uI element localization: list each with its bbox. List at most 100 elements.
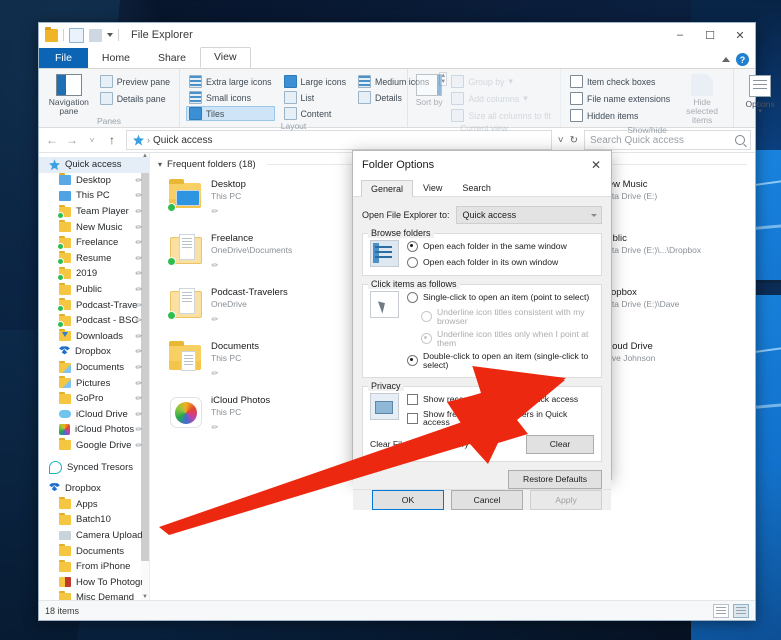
- radio-single-click[interactable]: Single-click to open an item (point to s…: [407, 292, 594, 303]
- sidebar-item-new-music[interactable]: New Music✐: [39, 219, 149, 235]
- sidebar-item-dropbox[interactable]: Dropbox✐: [39, 344, 149, 360]
- minimize-button[interactable]: –: [665, 23, 695, 47]
- add-columns-button[interactable]: Add columns▾: [448, 91, 554, 106]
- tab-share[interactable]: Share: [144, 49, 200, 68]
- customize-caret-icon[interactable]: [107, 33, 113, 37]
- sidebar-item-google-drive[interactable]: Google Drive✐: [39, 438, 149, 454]
- layout-large-icons[interactable]: Large icons: [281, 74, 349, 89]
- radio-own-window[interactable]: Open each folder in its own window: [407, 257, 594, 268]
- options-button[interactable]: Options ▾: [740, 72, 780, 114]
- sidebar-item-pictures[interactable]: Pictures✐: [39, 375, 149, 391]
- sidebar-item-podcast-trave[interactable]: Podcast-Trave✐: [39, 297, 149, 313]
- tab-file[interactable]: File: [39, 48, 88, 68]
- pin-icon[interactable]: ✐: [133, 393, 144, 404]
- tab-home[interactable]: Home: [88, 49, 144, 68]
- sidebar-item-freelance[interactable]: Freelance✐: [39, 235, 149, 251]
- sidebar-item-documents[interactable]: Documents: [39, 543, 149, 559]
- maximize-button[interactable]: ☐: [695, 23, 725, 47]
- sidebar-item-this-pc[interactable]: This PC✐: [39, 188, 149, 204]
- layout-list[interactable]: List: [281, 90, 349, 105]
- tile-item[interactable]: DocumentsThis PC✐: [168, 340, 359, 392]
- sidebar-item-apps[interactable]: Apps: [39, 496, 149, 512]
- pin-icon[interactable]: ✐: [133, 440, 144, 451]
- pin-icon[interactable]: ✐: [209, 260, 220, 271]
- sidebar-item-icloud-drive[interactable]: iCloud Drive✐: [39, 407, 149, 423]
- pin-icon[interactable]: ✐: [133, 268, 144, 279]
- radio-icon[interactable]: [407, 355, 418, 366]
- forward-button[interactable]: →: [63, 131, 81, 149]
- pin-icon[interactable]: ✐: [209, 422, 220, 433]
- sidebar-item-team-player[interactable]: Team Player✐: [39, 204, 149, 220]
- radio-icon[interactable]: [407, 292, 418, 303]
- up-button[interactable]: ↑: [103, 131, 121, 149]
- radio-icon[interactable]: [407, 257, 418, 268]
- radio-icon[interactable]: [407, 241, 418, 252]
- sidebar-item-public[interactable]: Public✐: [39, 282, 149, 298]
- new-folder-icon[interactable]: [89, 29, 102, 42]
- cancel-button[interactable]: Cancel: [451, 490, 523, 510]
- restore-defaults-button[interactable]: Restore Defaults: [508, 470, 602, 489]
- sidebar-item-documents[interactable]: Documents✐: [39, 360, 149, 376]
- tile-item[interactable]: iCloud PhotosThis PC✐: [168, 394, 359, 446]
- dialog-close-button[interactable]: ✕: [581, 151, 611, 179]
- pin-icon[interactable]: ✐: [133, 222, 144, 233]
- checkbox-frequent-folders[interactable]: Show frequently used folders in Quick ac…: [407, 410, 594, 427]
- details-pane-toggle[interactable]: Details pane: [97, 91, 173, 106]
- radio-double-click[interactable]: Double-click to open an item (single-cli…: [407, 352, 594, 369]
- clear-button[interactable]: Clear: [526, 435, 594, 454]
- pin-icon[interactable]: ✐: [209, 368, 220, 379]
- file-name-extensions-toggle[interactable]: File name extensions: [567, 91, 673, 106]
- open-to-select[interactable]: Quick access: [456, 206, 602, 224]
- sidebar-item-batch10[interactable]: Batch10: [39, 512, 149, 528]
- checkbox-recent-files[interactable]: Show recently used files in Quick access: [407, 394, 594, 405]
- sidebar-item-dropbox[interactable]: Dropbox: [39, 481, 149, 497]
- pin-icon[interactable]: ✐: [133, 424, 144, 435]
- sidebar-item-icloud-photos[interactable]: iCloud Photos✐: [39, 422, 149, 438]
- sidebar-item-2019[interactable]: 2019✐: [39, 266, 149, 282]
- tab-view[interactable]: View: [200, 47, 251, 68]
- item-check-boxes-toggle[interactable]: Item check boxes: [567, 74, 673, 89]
- hidden-items-toggle[interactable]: Hidden items: [567, 108, 673, 123]
- pin-icon[interactable]: ✐: [209, 314, 220, 325]
- chevron-up-icon[interactable]: [722, 57, 730, 62]
- breadcrumb-current[interactable]: Quick access: [153, 135, 212, 146]
- folder-icon[interactable]: [45, 29, 58, 42]
- pin-icon[interactable]: ✐: [133, 331, 144, 342]
- sidebar-item-desktop[interactable]: Desktop✐: [39, 173, 149, 189]
- navigation-pane-button[interactable]: Navigation pane: [45, 72, 93, 116]
- tile-item[interactable]: DesktopThis PC✐: [168, 178, 359, 230]
- pin-icon[interactable]: ✐: [133, 190, 144, 201]
- layout-tiles[interactable]: Tiles: [186, 106, 275, 121]
- sidebar-item-resume[interactable]: Resume✐: [39, 251, 149, 267]
- pin-icon[interactable]: ✐: [133, 362, 144, 373]
- sidebar-item-synced-tresors[interactable]: Synced Tresors: [39, 459, 149, 475]
- sidebar-item-gopro[interactable]: GoPro✐: [39, 391, 149, 407]
- pin-icon[interactable]: ✐: [133, 378, 144, 389]
- tile-item[interactable]: FreelanceOneDrive\Documents✐: [168, 232, 359, 284]
- tab-search[interactable]: Search: [452, 179, 501, 196]
- sidebar-item-from-iphone[interactable]: From iPhone: [39, 559, 149, 575]
- size-columns-button[interactable]: Size all columns to fit: [448, 108, 554, 123]
- layout-extra-large-icons[interactable]: Extra large icons: [186, 74, 275, 89]
- pin-icon[interactable]: ✐: [133, 175, 144, 186]
- pin-icon[interactable]: ✐: [209, 206, 220, 217]
- help-icon[interactable]: ?: [736, 53, 749, 66]
- sidebar-item-downloads[interactable]: Downloads✐: [39, 329, 149, 345]
- sidebar-item-quick-access[interactable]: Quick access: [39, 157, 149, 173]
- sidebar-item-misc-demand[interactable]: Misc Demand: [39, 590, 149, 600]
- tile-item[interactable]: Podcast-TravelersOneDrive✐: [168, 286, 359, 338]
- tab-general[interactable]: General: [361, 180, 413, 197]
- radio-same-window[interactable]: Open each folder in the same window: [407, 241, 594, 252]
- sidebar-item-how-to-photogra[interactable]: How To Photogra: [39, 574, 149, 590]
- back-button[interactable]: ←: [43, 131, 61, 149]
- recent-locations-button[interactable]: ˅: [83, 131, 101, 149]
- pin-icon[interactable]: ✐: [133, 409, 144, 420]
- pin-icon[interactable]: ✐: [133, 206, 144, 217]
- ok-button[interactable]: OK: [372, 490, 444, 510]
- pin-icon[interactable]: ✐: [133, 284, 144, 295]
- close-button[interactable]: ✕: [725, 23, 755, 47]
- options-caret-icon[interactable]: ▾: [758, 109, 762, 114]
- properties-icon[interactable]: [69, 28, 84, 43]
- pin-icon[interactable]: ✐: [133, 253, 144, 264]
- preview-pane-toggle[interactable]: Preview pane: [97, 74, 173, 89]
